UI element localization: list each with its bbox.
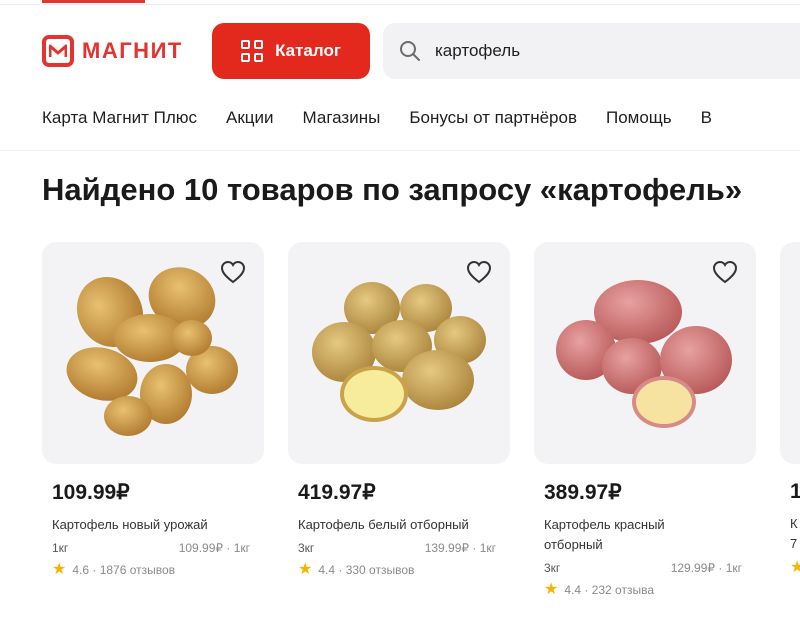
- nav-item-more[interactable]: В: [701, 108, 712, 128]
- product-name[interactable]: К ж 7: [790, 514, 800, 554]
- header: МАГНИТ Каталог: [0, 22, 800, 80]
- heart-icon[interactable]: [466, 260, 492, 284]
- product-name[interactable]: Картофель новый урожай: [52, 515, 232, 535]
- star-icon: ★: [52, 561, 67, 578]
- product-name[interactable]: Картофель красный отборный: [544, 515, 724, 555]
- brand-name: МАГНИТ: [82, 38, 183, 63]
- product-weight: 3кг: [544, 561, 561, 575]
- star-icon: ★: [544, 581, 559, 598]
- brand-logo[interactable]: МАГНИТ: [42, 35, 183, 67]
- page-title: Найдено 10 товаров по запросу «картофель…: [42, 172, 743, 207]
- product-image[interactable]: [534, 242, 756, 464]
- heart-icon[interactable]: [220, 260, 246, 284]
- rating-text: 4.4 · 330 отзывов: [318, 563, 415, 577]
- star-icon: ★: [298, 561, 313, 578]
- product-meta: 3кг 139.99₽ · 1кг: [298, 541, 496, 555]
- product-meta: 3кг 129.99₽ · 1кг: [544, 561, 742, 575]
- product-price: 1: [790, 480, 800, 503]
- product-card[interactable]: 389.97₽ Картофель красный отборный 3кг 1…: [534, 242, 756, 598]
- rating-text: 4.4 · 232 отзыва: [564, 583, 654, 597]
- nav-item-help[interactable]: Помощь: [606, 108, 672, 128]
- magnit-logo-icon: [42, 35, 74, 67]
- product-price: 419.97₽: [298, 481, 376, 504]
- top-nav: Карта Магнит Плюс Акции Магазины Бонусы …: [42, 108, 712, 128]
- grid-icon: [241, 40, 264, 62]
- product-unit-price: 129.99₽ · 1кг: [670, 561, 742, 575]
- product-meta: 1кг 109.99₽ · 1кг: [52, 541, 250, 555]
- product-weight: 3кг: [298, 541, 315, 555]
- product-unit-price: 139.99₽ · 1кг: [424, 541, 496, 555]
- product-rating: ★ 4.6 · 1876 отзывов: [52, 561, 264, 578]
- search-input[interactable]: [433, 40, 757, 62]
- nav-item-stores[interactable]: Магазины: [303, 108, 381, 128]
- product-image[interactable]: [288, 242, 510, 464]
- heart-icon[interactable]: [712, 260, 738, 284]
- search-bar[interactable]: [383, 23, 800, 79]
- product-weight: 1кг: [52, 541, 69, 555]
- catalog-label: Каталог: [275, 41, 341, 60]
- product-card[interactable]: 109.99₽ Картофель новый урожай 1кг 109.9…: [42, 242, 264, 578]
- star-icon: ★: [790, 559, 800, 576]
- catalog-button[interactable]: Каталог: [212, 23, 370, 79]
- product-price: 109.99₽: [52, 481, 130, 504]
- top-divider: [0, 4, 800, 5]
- search-icon: [400, 41, 420, 61]
- product-price: 389.97₽: [544, 481, 622, 504]
- nav-item-magnit-plus-card[interactable]: Карта Магнит Плюс: [42, 108, 197, 128]
- product-rating: ★ 4.4 · 330 отзывов: [298, 561, 510, 578]
- nav-item-partner-bonuses[interactable]: Бонусы от партнёров: [409, 108, 577, 128]
- product-image[interactable]: [42, 242, 264, 464]
- product-card[interactable]: 1 К ж 7 ★: [780, 242, 800, 576]
- product-unit-price: 109.99₽ · 1кг: [178, 541, 250, 555]
- nav-item-promotions[interactable]: Акции: [226, 108, 274, 128]
- rating-text: 4.6 · 1876 отзывов: [72, 563, 176, 577]
- product-image[interactable]: [780, 242, 800, 464]
- top-accent-line: [42, 0, 145, 3]
- product-card[interactable]: 419.97₽ Картофель белый отборный 3кг 139…: [288, 242, 510, 578]
- product-name[interactable]: Картофель белый отборный: [298, 515, 478, 535]
- nav-divider: [0, 150, 800, 151]
- product-rating: ★ 4.4 · 232 отзыва: [544, 581, 756, 598]
